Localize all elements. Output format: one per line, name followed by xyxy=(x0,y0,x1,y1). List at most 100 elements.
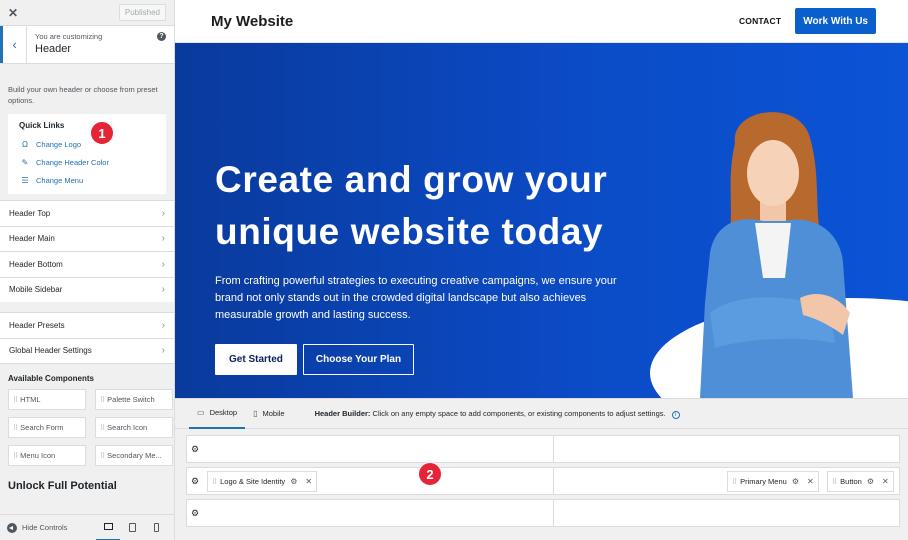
quick-link-change-header-color[interactable]: ✎ Change Header Color xyxy=(19,153,155,171)
hero-buttons: Get Started Choose Your Plan xyxy=(215,344,415,375)
quick-link-label: Change Logo xyxy=(36,139,82,149)
drag-handle-icon: ⠿ xyxy=(732,478,738,486)
customizer-sidebar: ✕ Published ‹ You are customizing Header… xyxy=(0,0,175,540)
drag-handle-icon: ⠿ xyxy=(212,478,218,486)
site-header[interactable]: My Website CONTACT Work With Us xyxy=(175,0,908,43)
close-icon[interactable]: ✕ xyxy=(8,6,18,20)
drag-handle-icon: ⠿ xyxy=(13,452,18,460)
row-divider xyxy=(553,436,554,462)
published-button[interactable]: Published xyxy=(118,4,166,21)
gear-icon[interactable]: ⚙ xyxy=(792,477,799,486)
chip-primary-menu[interactable]: ⠿ Primary Menu ⚙ ✕ xyxy=(727,471,819,492)
help-icon[interactable]: ? xyxy=(157,32,166,41)
preview-tablet-button[interactable] xyxy=(120,515,144,540)
hide-controls-button[interactable]: Hide Controls xyxy=(7,522,96,533)
mobile-icon xyxy=(153,523,159,532)
row-divider xyxy=(553,500,554,526)
sidebar-item-header-top[interactable]: Header Top › xyxy=(0,200,174,226)
close-icon[interactable]: ✕ xyxy=(882,477,889,486)
nav-link-contact[interactable]: CONTACT xyxy=(739,16,781,26)
component-secondary-menu[interactable]: ⠿ Secondary Me... xyxy=(95,445,173,466)
gear-icon[interactable]: ⚙ xyxy=(191,508,199,519)
preview-mobile-button[interactable] xyxy=(144,515,168,540)
sidebar-item-header-main[interactable]: Header Main › xyxy=(0,225,174,252)
customizing-label: You are customizing xyxy=(35,32,103,41)
drag-handle-icon: ⠿ xyxy=(832,478,838,486)
site-logo[interactable]: My Website xyxy=(211,13,293,30)
quick-links-panel: Quick Links Ω Change Logo ✎ Change Heade… xyxy=(8,114,166,194)
hero-section: Create and grow your unique website toda… xyxy=(175,43,908,398)
chevron-right-icon: › xyxy=(161,233,165,245)
tab-desktop[interactable]: ▭ Desktop xyxy=(189,399,246,429)
sidebar-item-header-bottom[interactable]: Header Bottom › xyxy=(0,251,174,277)
site-nav: CONTACT Work With Us xyxy=(739,8,876,34)
work-with-us-button[interactable]: Work With Us xyxy=(795,8,876,34)
component-palette-switch[interactable]: ⠿ Palette Switch xyxy=(95,389,173,410)
chip-button[interactable]: ⠿ Button ⚙ ✕ xyxy=(827,471,894,492)
drag-handle-icon: ⠿ xyxy=(13,424,18,432)
menu-icon: ☰ xyxy=(21,175,29,185)
header-rows-section: Header Top › Header Main › Header Bottom › … xyxy=(0,200,174,302)
component-search-icon[interactable]: ⠿ Search Icon xyxy=(95,417,173,438)
builder-description: Header Builder: Click on any empty space… xyxy=(315,409,680,419)
sidebar-item-global-header-settings[interactable]: Global Header Settings › xyxy=(0,337,174,364)
gear-icon[interactable]: ⚙ xyxy=(191,476,199,487)
hero-title: Create and grow your unique website toda… xyxy=(215,159,608,252)
component-search-form[interactable]: ⠿ Search Form xyxy=(8,417,86,438)
component-html[interactable]: ⠿ HTML xyxy=(8,389,86,410)
info-icon[interactable]: i xyxy=(671,410,680,419)
desktop-icon xyxy=(103,523,113,530)
tab-label: Mobile xyxy=(262,409,285,418)
component-menu-icon[interactable]: ⠿ Menu Icon xyxy=(8,445,86,466)
sidebar-item-mobile-sidebar[interactable]: Mobile Sidebar › xyxy=(0,276,174,303)
builder-desc-title: Header Builder: xyxy=(314,408,371,418)
chevron-right-icon: › xyxy=(161,284,165,296)
chip-label: Button xyxy=(840,477,862,486)
components-grid: ⠿ HTML ⠿ Palette Switch ⠿ Search Form ⠿ Sear… xyxy=(0,389,174,466)
row-label: Header Bottom xyxy=(9,259,63,269)
component-label: Secondary Me... xyxy=(107,451,162,460)
row-label: Header Top xyxy=(9,208,51,218)
chevron-left-icon: ‹ xyxy=(12,37,17,52)
chip-logo-site-identity[interactable]: ⠿ Logo & Site Identity ⚙ ✕ xyxy=(207,471,318,492)
tablet-icon xyxy=(128,523,136,532)
tab-label: Desktop xyxy=(209,408,238,417)
drag-handle-icon: ⠿ xyxy=(13,396,18,404)
header-builder: ▭ Desktop ▯ Mobile Header Builder: Click… xyxy=(175,398,908,540)
sidebar-item-header-presets[interactable]: Header Presets › xyxy=(0,312,174,338)
hide-controls-label: Hide Controls xyxy=(22,523,68,532)
builder-row-bottom[interactable]: ⚙ xyxy=(186,499,900,527)
drag-handle-icon: ⠿ xyxy=(100,424,105,432)
builder-row-top[interactable]: ⚙ xyxy=(186,435,900,463)
preview-desktop-button[interactable] xyxy=(96,515,120,540)
customizer-footer: Hide Controls xyxy=(0,514,174,540)
mobile-icon: ▯ xyxy=(253,409,258,418)
choose-plan-button[interactable]: Choose Your Plan xyxy=(302,344,415,375)
available-components-title: Available Components xyxy=(0,363,174,389)
quick-links-title: Quick Links xyxy=(19,121,65,130)
builder-row-main[interactable]: ⚙ ⠿ Logo & Site Identity ⚙ ✕ ⠿ Primary M… xyxy=(186,462,900,495)
chevron-right-icon: › xyxy=(161,319,165,331)
quick-link-label: Change Menu xyxy=(36,175,84,185)
close-icon[interactable]: ✕ xyxy=(807,477,814,486)
component-label: Search Icon xyxy=(107,423,148,432)
chip-label: Primary Menu xyxy=(740,477,787,486)
gear-icon[interactable]: ⚙ xyxy=(867,477,874,486)
chip-label: Logo & Site Identity xyxy=(220,477,286,486)
gear-icon[interactable]: ⚙ xyxy=(191,444,199,455)
drag-handle-icon: ⠿ xyxy=(100,396,105,404)
site-preview: My Website CONTACT Work With Us Create a… xyxy=(175,0,908,398)
quick-link-change-logo[interactable]: Ω Change Logo xyxy=(19,135,155,153)
quick-link-change-menu[interactable]: ☰ Change Menu xyxy=(19,171,155,189)
header-settings-section: Header Presets › Global Header Settings › xyxy=(0,312,174,363)
close-icon[interactable]: ✕ xyxy=(305,477,312,486)
back-button[interactable]: ‹ xyxy=(0,26,27,63)
brush-icon: ✎ xyxy=(21,157,29,167)
customizer-topbar: ✕ Published xyxy=(0,0,174,26)
row-label: Header Presets xyxy=(9,320,65,330)
section-description: Build your own header or choose from pre… xyxy=(8,85,158,105)
tab-mobile[interactable]: ▯ Mobile xyxy=(245,399,293,429)
gear-icon[interactable]: ⚙ xyxy=(290,477,297,486)
row-label: Global Header Settings xyxy=(9,346,92,356)
get-started-button[interactable]: Get Started xyxy=(215,344,297,375)
